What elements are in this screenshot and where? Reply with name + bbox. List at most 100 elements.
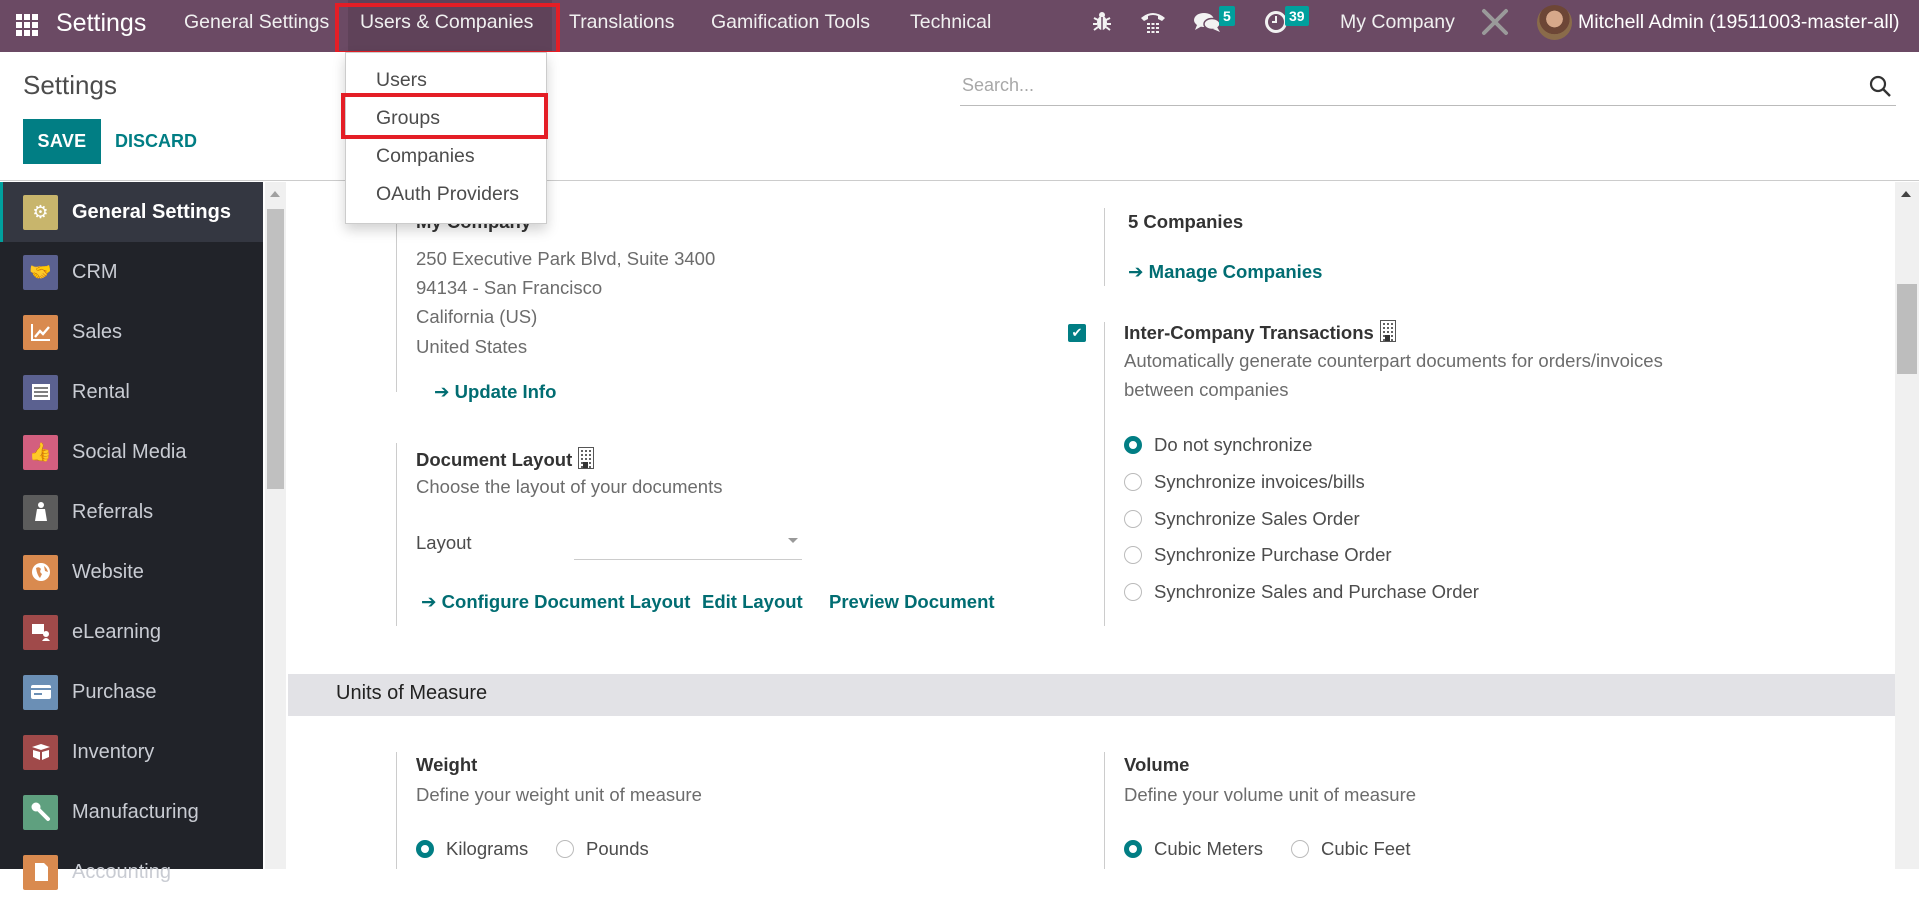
inter-company-description: between companies xyxy=(1124,379,1289,400)
sidebar-item-label: Purchase xyxy=(72,680,157,703)
page-title: Settings xyxy=(23,70,117,100)
tools-icon[interactable] xyxy=(1481,8,1509,35)
radio-label: Kilograms xyxy=(446,838,529,859)
sidebar-scrollbar-thumb[interactable] xyxy=(267,209,284,489)
radio-button[interactable] xyxy=(1124,473,1142,491)
company-specific-building-icon xyxy=(1379,320,1396,342)
dropdown-item-companies[interactable]: Companies xyxy=(376,145,475,168)
sidebar-item-rental[interactable]: Rental xyxy=(0,362,263,422)
configure-document-layout-link[interactable]: ➔ Configure Document Layout xyxy=(421,591,690,613)
sidebar-item-inventory[interactable]: Inventory xyxy=(0,722,263,782)
radio-button[interactable] xyxy=(556,840,574,858)
arrow-right-icon: ➔ xyxy=(1128,261,1144,282)
radio-label: Synchronize Purchase Order xyxy=(1154,544,1392,565)
annotation-highlight-menu xyxy=(335,3,560,55)
companies-count: 5 Companies xyxy=(1128,211,1244,232)
sidebar-item-referrals[interactable]: Referrals xyxy=(0,482,263,542)
scroll-up-arrow-icon[interactable] xyxy=(1901,191,1911,197)
radio-label: Cubic Meters xyxy=(1154,838,1263,859)
calendar-icon xyxy=(23,374,58,410)
user-menu[interactable]: Mitchell Admin (19511003-master-all) xyxy=(1578,0,1900,44)
sidebar-item-purchase[interactable]: Purchase xyxy=(0,662,263,722)
configure-document-layout-label: Configure Document Layout xyxy=(441,591,691,612)
section-header-units-of-measure: Units of Measure xyxy=(288,674,1895,716)
sidebar-item-label: General Settings xyxy=(72,200,231,223)
radio-kilograms[interactable]: Kilograms xyxy=(416,838,528,860)
sidebar-item-label: Sales xyxy=(72,320,123,343)
sidebar-scrollbar[interactable] xyxy=(265,182,286,869)
update-info-link[interactable]: ➔ Update Info xyxy=(434,381,556,403)
volume-description: Define your volume unit of measure xyxy=(1124,784,1417,805)
search-input[interactable] xyxy=(960,68,1840,102)
radio-label: Synchronize Sales and Purchase Order xyxy=(1154,581,1479,602)
user-avatar[interactable] xyxy=(1537,5,1572,40)
app-grid-icon[interactable] xyxy=(16,14,38,36)
radio-sync-invoices-bills[interactable]: Synchronize invoices/bills xyxy=(1124,471,1365,493)
document-layout-title: Document Layout xyxy=(416,447,595,471)
sidebar-item-manufacturing[interactable]: Manufacturing xyxy=(0,782,263,842)
messages-icon[interactable] xyxy=(1193,10,1221,36)
radio-button[interactable] xyxy=(1291,840,1309,858)
radio-button[interactable] xyxy=(1124,436,1142,454)
radio-button[interactable] xyxy=(1124,546,1142,564)
radio-label: Synchronize invoices/bills xyxy=(1154,471,1365,492)
scroll-up-arrow-icon[interactable] xyxy=(270,191,280,197)
sidebar-item-label: Referrals xyxy=(72,500,154,523)
chevron-down-icon xyxy=(788,538,798,543)
address-line: 94134 - San Francisco xyxy=(416,277,603,298)
sidebar-item-accounting[interactable]: Accounting xyxy=(0,842,263,902)
radio-button[interactable] xyxy=(1124,510,1142,528)
radio-cubic-feet[interactable]: Cubic Feet xyxy=(1291,838,1410,860)
document-layout-description: Choose the layout of your documents xyxy=(416,476,723,497)
main-scrollbar[interactable] xyxy=(1895,182,1919,869)
layout-select[interactable] xyxy=(574,528,802,560)
weight-title: Weight xyxy=(416,754,478,775)
company-switcher[interactable]: My Company xyxy=(1340,0,1455,44)
menu-gamification-tools[interactable]: Gamification Tools xyxy=(699,0,882,52)
sidebar-item-elearning[interactable]: eLearning xyxy=(0,602,263,662)
menu-general-settings[interactable]: General Settings xyxy=(172,0,341,52)
radio-pounds[interactable]: Pounds xyxy=(556,838,649,860)
radio-sync-purchase-order[interactable]: Synchronize Purchase Order xyxy=(1124,544,1392,566)
preview-document-link[interactable]: Preview Document xyxy=(829,591,995,613)
settings-sidebar: ⚙ General Settings 🤝 CRM Sales Rental 👍 … xyxy=(0,182,263,890)
edit-layout-link[interactable]: Edit Layout xyxy=(702,591,803,613)
sidebar-item-crm[interactable]: 🤝 CRM xyxy=(0,242,263,302)
search-icon[interactable] xyxy=(1868,74,1892,98)
manage-companies-link[interactable]: ➔ Manage Companies xyxy=(1128,261,1322,283)
sidebar-item-label: Rental xyxy=(72,380,130,403)
dropdown-item-users[interactable]: Users xyxy=(376,69,427,92)
sidebar-item-general-settings[interactable]: ⚙ General Settings xyxy=(0,182,263,242)
box-icon xyxy=(23,734,58,770)
sidebar-item-label: Manufacturing xyxy=(72,800,199,823)
main-scrollbar-thumb[interactable] xyxy=(1897,284,1917,374)
divider xyxy=(396,752,397,869)
inter-company-title-text: Inter-Company Transactions xyxy=(1124,322,1374,343)
dropdown-item-oauth-providers[interactable]: OAuth Providers xyxy=(376,183,519,206)
sidebar-item-sales[interactable]: Sales xyxy=(0,302,263,362)
radio-do-not-synchronize[interactable]: Do not synchronize xyxy=(1124,434,1312,456)
sidebar-item-website[interactable]: Website xyxy=(0,542,263,602)
sidebar-item-social-media[interactable]: 👍 Social Media xyxy=(0,422,263,482)
sidebar-item-label: CRM xyxy=(72,260,118,283)
debug-bug-icon[interactable] xyxy=(1092,10,1112,36)
divider xyxy=(1104,208,1105,286)
arrow-right-icon: ➔ xyxy=(434,381,450,402)
menu-technical[interactable]: Technical xyxy=(898,0,1003,52)
discard-button[interactable]: DISCARD xyxy=(115,119,197,164)
radio-button[interactable] xyxy=(1124,583,1142,601)
menu-translations[interactable]: Translations xyxy=(557,0,687,52)
save-button[interactable]: SAVE xyxy=(23,119,101,164)
radio-sync-sales-and-purchase[interactable]: Synchronize Sales and Purchase Order xyxy=(1124,581,1479,603)
sidebar-item-label: Website xyxy=(72,560,144,583)
phone-icon[interactable] xyxy=(1140,10,1166,36)
inter-company-checkbox[interactable]: ✔ xyxy=(1068,324,1086,342)
person-icon xyxy=(23,494,58,530)
radio-sync-sales-order[interactable]: Synchronize Sales Order xyxy=(1124,508,1360,530)
radio-button[interactable] xyxy=(1124,840,1142,858)
radio-cubic-meters[interactable]: Cubic Meters xyxy=(1124,838,1263,860)
messages-count-badge: 5 xyxy=(1219,6,1235,26)
sidebar-item-label: Accounting xyxy=(72,860,171,883)
radio-button[interactable] xyxy=(416,840,434,858)
wrench-icon xyxy=(23,794,58,830)
